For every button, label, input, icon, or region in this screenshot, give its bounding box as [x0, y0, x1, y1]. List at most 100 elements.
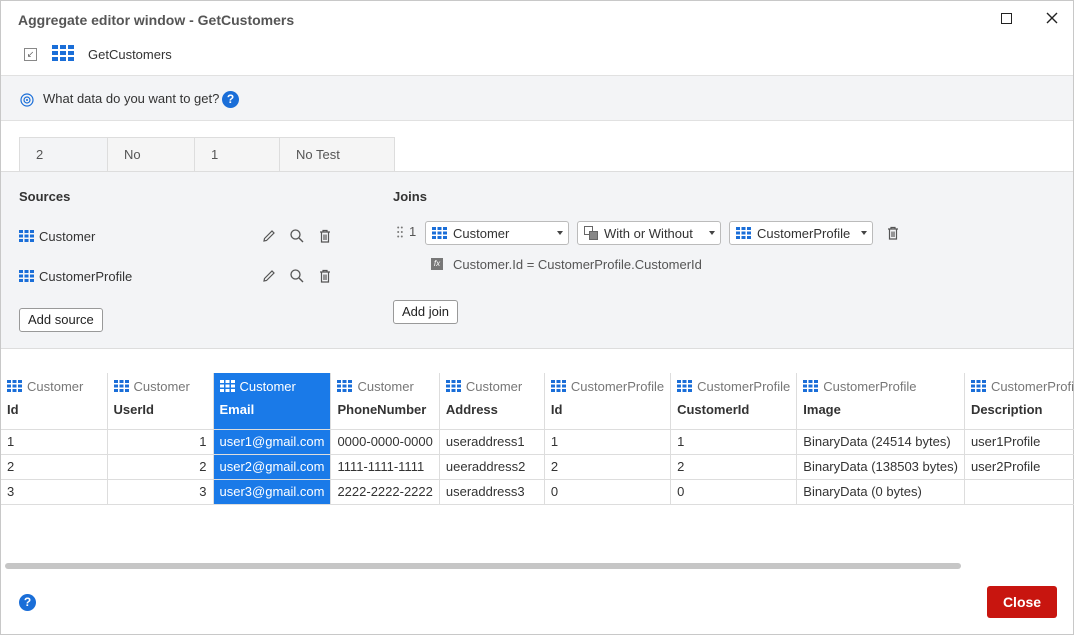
- table-cell[interactable]: 2: [1, 454, 108, 480]
- table-cell[interactable]: [964, 479, 1074, 505]
- table-cell[interactable]: 0000-0000-0000: [330, 429, 440, 455]
- join-type-icon: [584, 226, 598, 240]
- table-cell[interactable]: 1: [1, 429, 108, 455]
- table-cell[interactable]: user2Profile: [964, 454, 1074, 480]
- column-header[interactable]: Customer Address: [439, 373, 545, 430]
- table-cell[interactable]: 3: [1, 479, 108, 505]
- joins-header: Joins: [393, 189, 427, 204]
- sources-panel: Sources Customer CustomerProfile Add sou…: [1, 171, 1073, 349]
- search-icon[interactable]: [289, 268, 305, 284]
- drag-handle-icon[interactable]: [397, 226, 403, 238]
- chevron-down-icon: [861, 231, 867, 235]
- column-header[interactable]: Customer PhoneNumber: [330, 373, 440, 430]
- source-label: CustomerProfile: [39, 268, 133, 284]
- table-cell[interactable]: 0: [544, 479, 672, 505]
- chevron-down-icon: [557, 231, 563, 235]
- column-entity: Customer: [27, 378, 84, 394]
- table-cell[interactable]: 1111-1111-1111: [330, 454, 440, 480]
- column-entity: CustomerProfile: [570, 378, 665, 394]
- entity-icon: [550, 380, 566, 392]
- formula-icon: fx: [431, 258, 443, 270]
- trash-icon[interactable]: [885, 225, 901, 241]
- maximize-button[interactable]: [994, 7, 1018, 29]
- entity-icon: [803, 380, 819, 392]
- tab-test-values[interactable]: No Test Values: [279, 137, 395, 195]
- join-index: 1: [409, 224, 417, 239]
- join-right-select[interactable]: CustomerProfile: [729, 221, 873, 245]
- table-cell[interactable]: 1: [107, 429, 214, 455]
- table-cell[interactable]: 2222-2222-2222: [330, 479, 440, 505]
- join-condition[interactable]: Customer.Id = CustomerProfile.CustomerId: [453, 257, 702, 272]
- column-entity: Customer: [133, 378, 190, 394]
- horizontal-scrollbar[interactable]: [5, 563, 961, 569]
- question-help-icon[interactable]: ?: [222, 91, 239, 108]
- column-entity: CustomerProfile: [990, 378, 1074, 394]
- edit-icon[interactable]: [261, 268, 277, 284]
- help-icon[interactable]: ?: [19, 594, 36, 611]
- column-entity: Customer: [465, 378, 523, 394]
- preview-grid: Customer Id Customer UserId Customer Email Cus…: [1, 373, 1074, 505]
- collapse-toggle[interactable]: ↙: [24, 48, 37, 61]
- table-cell[interactable]: 2: [670, 454, 798, 480]
- table-row: 1 1 user1@gmail.com 0000-0000-0000 useraddre…: [1, 429, 1074, 455]
- column-field: Image: [803, 402, 841, 417]
- column-entity: Customer: [239, 378, 296, 394]
- column-header[interactable]: CustomerProfile Image: [796, 373, 965, 430]
- column-field: Address: [445, 402, 498, 417]
- entity-icon: [19, 270, 34, 282]
- column-entity: CustomerProfile: [823, 378, 917, 394]
- window-title: Aggregate editor window - GetCustomers: [18, 12, 295, 28]
- entity-icon: [432, 227, 447, 239]
- source-label: Customer: [39, 228, 96, 244]
- join-left-label: Customer: [453, 225, 510, 241]
- aggregate-name[interactable]: GetCustomers: [88, 47, 172, 62]
- table-cell[interactable]: user1Profile: [964, 429, 1074, 455]
- column-header[interactable]: Customer Id: [1, 373, 108, 430]
- column-field: Description: [970, 402, 1043, 417]
- aggregate-editor-window: Aggregate editor window - GetCustomers ↙…: [0, 0, 1074, 635]
- table-cell[interactable]: ueeraddress2: [439, 454, 545, 480]
- search-icon[interactable]: [289, 228, 305, 244]
- join-type-select[interactable]: With or Without: [577, 221, 721, 245]
- column-header[interactable]: Customer UserId: [107, 373, 214, 430]
- edit-icon[interactable]: [261, 228, 277, 244]
- add-source-button[interactable]: Add source: [19, 308, 103, 332]
- column-header[interactable]: CustomerProfile Description: [964, 373, 1074, 430]
- table-cell[interactable]: BinaryData (0 bytes): [796, 479, 965, 505]
- table-cell[interactable]: 3: [107, 479, 214, 505]
- table-cell[interactable]: user2@gmail.com: [213, 454, 332, 480]
- target-icon: [20, 93, 34, 107]
- trash-icon[interactable]: [317, 268, 333, 284]
- tab-sources[interactable]: 2 Sources: [19, 137, 108, 195]
- close-window-button[interactable]: [1040, 7, 1064, 29]
- table-cell[interactable]: 2: [107, 454, 214, 480]
- table-cell[interactable]: user1@gmail.com: [213, 429, 332, 455]
- column-header[interactable]: CustomerProfile CustomerId: [670, 373, 798, 430]
- source-item-customerprofile[interactable]: CustomerProfile: [19, 266, 132, 286]
- table-cell[interactable]: BinaryData (24514 bytes): [796, 429, 965, 455]
- trash-icon[interactable]: [317, 228, 333, 244]
- entity-icon: [337, 380, 353, 392]
- table-cell[interactable]: useraddress1: [439, 429, 545, 455]
- add-join-button[interactable]: Add join: [393, 300, 458, 324]
- tab-sorting[interactable]: 1 Sorting: [194, 137, 280, 195]
- entity-icon: [445, 380, 461, 392]
- tab-filters[interactable]: No Filters: [107, 137, 195, 195]
- table-cell[interactable]: 1: [544, 429, 672, 455]
- table-cell[interactable]: 0: [670, 479, 798, 505]
- column-field: UserId: [113, 402, 154, 417]
- close-button[interactable]: Close: [987, 586, 1057, 618]
- source-item-customer[interactable]: Customer: [19, 226, 95, 246]
- column-header[interactable]: CustomerProfile Id: [544, 373, 672, 430]
- entity-icon: [113, 380, 129, 392]
- table-cell[interactable]: user3@gmail.com: [213, 479, 332, 505]
- table-cell[interactable]: 2: [544, 454, 672, 480]
- table-row: 2 2 user2@gmail.com 1111-1111-1111 ueeraddre…: [1, 454, 1074, 480]
- column-header[interactable]: Customer Email: [213, 373, 332, 430]
- table-cell[interactable]: useraddress3: [439, 479, 545, 505]
- join-left-select[interactable]: Customer: [425, 221, 569, 245]
- table-cell[interactable]: BinaryData (138503 bytes): [796, 454, 965, 480]
- join-type-label: With or Without: [604, 225, 693, 241]
- column-field: PhoneNumber: [337, 402, 427, 417]
- table-cell[interactable]: 1: [670, 429, 798, 455]
